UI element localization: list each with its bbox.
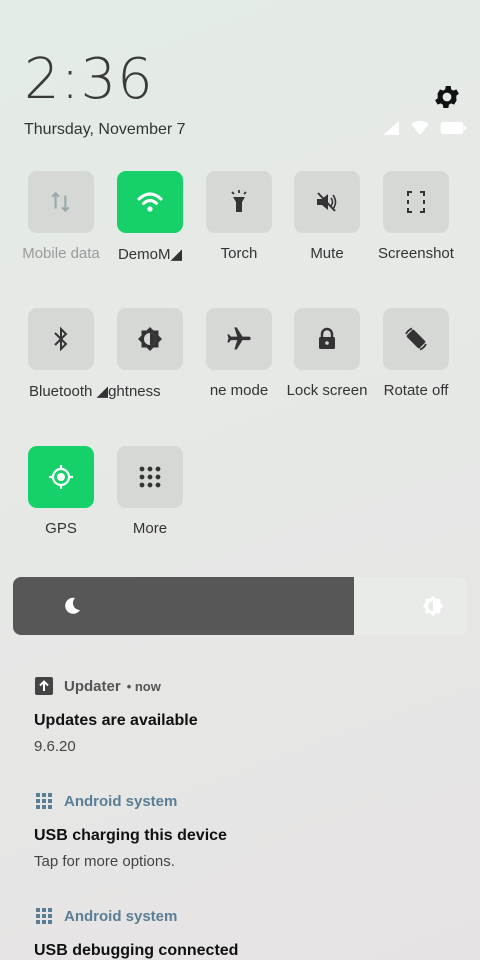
- tile-lock-screen[interactable]: Lock screen: [279, 308, 375, 399]
- tile-screenshot[interactable]: Screenshot: [368, 171, 464, 262]
- notification-body: 9.6.20: [34, 738, 76, 755]
- tile-screenshot-button[interactable]: [383, 171, 449, 233]
- notification-title: Updates are available: [34, 712, 198, 729]
- tile-label: Mobile data: [22, 245, 100, 262]
- android-system-icon: [36, 908, 52, 924]
- brightness-slider[interactable]: [13, 577, 467, 635]
- notification-title: USB charging this device: [34, 827, 227, 844]
- tile-gps-button[interactable]: [28, 446, 94, 508]
- clock: 2:36: [24, 47, 154, 112]
- tile-wifi[interactable]: DemoM◢: [102, 171, 198, 263]
- tile-more-button[interactable]: [117, 446, 183, 508]
- tile-bluetooth[interactable]: Bluetooth ◢ghtness: [13, 308, 161, 400]
- tile-label: Torch: [220, 245, 258, 262]
- tile-gps[interactable]: GPS: [13, 446, 109, 537]
- notification-app-name: Android system: [64, 907, 178, 925]
- android-system-icon: [36, 793, 52, 809]
- tile-torch[interactable]: Torch: [191, 171, 287, 262]
- tile-label: ne mode: [209, 382, 269, 399]
- date: Thursday, November 7: [24, 121, 186, 138]
- tile-rotate-off[interactable]: Rotate off: [368, 308, 464, 399]
- mobile-data-icon: [51, 191, 70, 213]
- tile-label: Screenshot: [378, 245, 454, 262]
- gps-icon: [49, 465, 73, 489]
- screenshot-icon: [407, 191, 425, 213]
- notification-app-name: Android system: [64, 792, 178, 810]
- notification-time: • now: [126, 678, 161, 694]
- more-icon: [139, 466, 161, 488]
- tile-label: More: [132, 520, 168, 537]
- tile-mobile-data[interactable]: Mobile data: [13, 171, 109, 262]
- bluetooth-icon: [54, 326, 68, 352]
- airplane-icon: [227, 327, 251, 350]
- tile-mobile-data-button[interactable]: [28, 171, 94, 233]
- signal-icon: [383, 121, 399, 135]
- status-bar-icons: [382, 120, 466, 136]
- tile-lock-button[interactable]: [294, 308, 360, 370]
- notification-app-name: Updater: [64, 677, 121, 695]
- tile-torch-button[interactable]: [206, 171, 272, 233]
- tile-label: GPS: [45, 520, 77, 537]
- wifi-icon: [137, 192, 163, 212]
- brightness-icon: [138, 327, 162, 351]
- tile-label: Lock screen: [286, 382, 368, 399]
- notification-android-system-charging[interactable]: Android system USB charging this device …: [34, 791, 454, 871]
- tile-label: DemoM◢: [117, 246, 183, 263]
- tile-wifi-button[interactable]: [117, 171, 183, 233]
- torch-icon: [231, 190, 247, 212]
- lock-icon: [319, 327, 335, 349]
- settings-gear-icon[interactable]: [432, 82, 462, 112]
- notification-header: Updater • now: [34, 676, 454, 696]
- tile-label: Bluetooth ◢ghtness: [29, 383, 161, 400]
- tile-bluetooth-button[interactable]: [28, 308, 94, 370]
- mute-icon: [317, 192, 337, 212]
- sun-icon: [422, 595, 444, 617]
- notification-android-system-debugging[interactable]: Android system USB debugging connected: [34, 906, 454, 960]
- tile-mute[interactable]: Mute: [279, 171, 375, 262]
- tile-brightness-button[interactable]: [117, 308, 183, 370]
- tile-rotate-button[interactable]: [383, 308, 449, 370]
- tile-more[interactable]: More: [102, 446, 198, 537]
- rotate-icon: [405, 327, 427, 351]
- wifi-status-icon: [411, 120, 429, 135]
- moon-icon: [65, 597, 80, 614]
- tile-airplane-button[interactable]: [206, 308, 272, 370]
- updater-icon: [35, 677, 53, 695]
- notification-updater[interactable]: Updater • now Updates are available 9.6.…: [34, 676, 454, 755]
- notification-title: USB debugging connected: [34, 942, 239, 959]
- notification-header: Android system: [34, 906, 454, 926]
- battery-icon: [440, 122, 466, 134]
- tile-mute-button[interactable]: [294, 171, 360, 233]
- notification-header: Android system: [34, 791, 454, 811]
- tile-brightness[interactable]: [102, 308, 198, 370]
- tile-label: Rotate off: [383, 382, 449, 399]
- notification-body: Tap for more options.: [34, 853, 175, 870]
- tile-label: Mute: [310, 245, 344, 262]
- tile-airplane-mode[interactable]: ne mode: [191, 308, 287, 399]
